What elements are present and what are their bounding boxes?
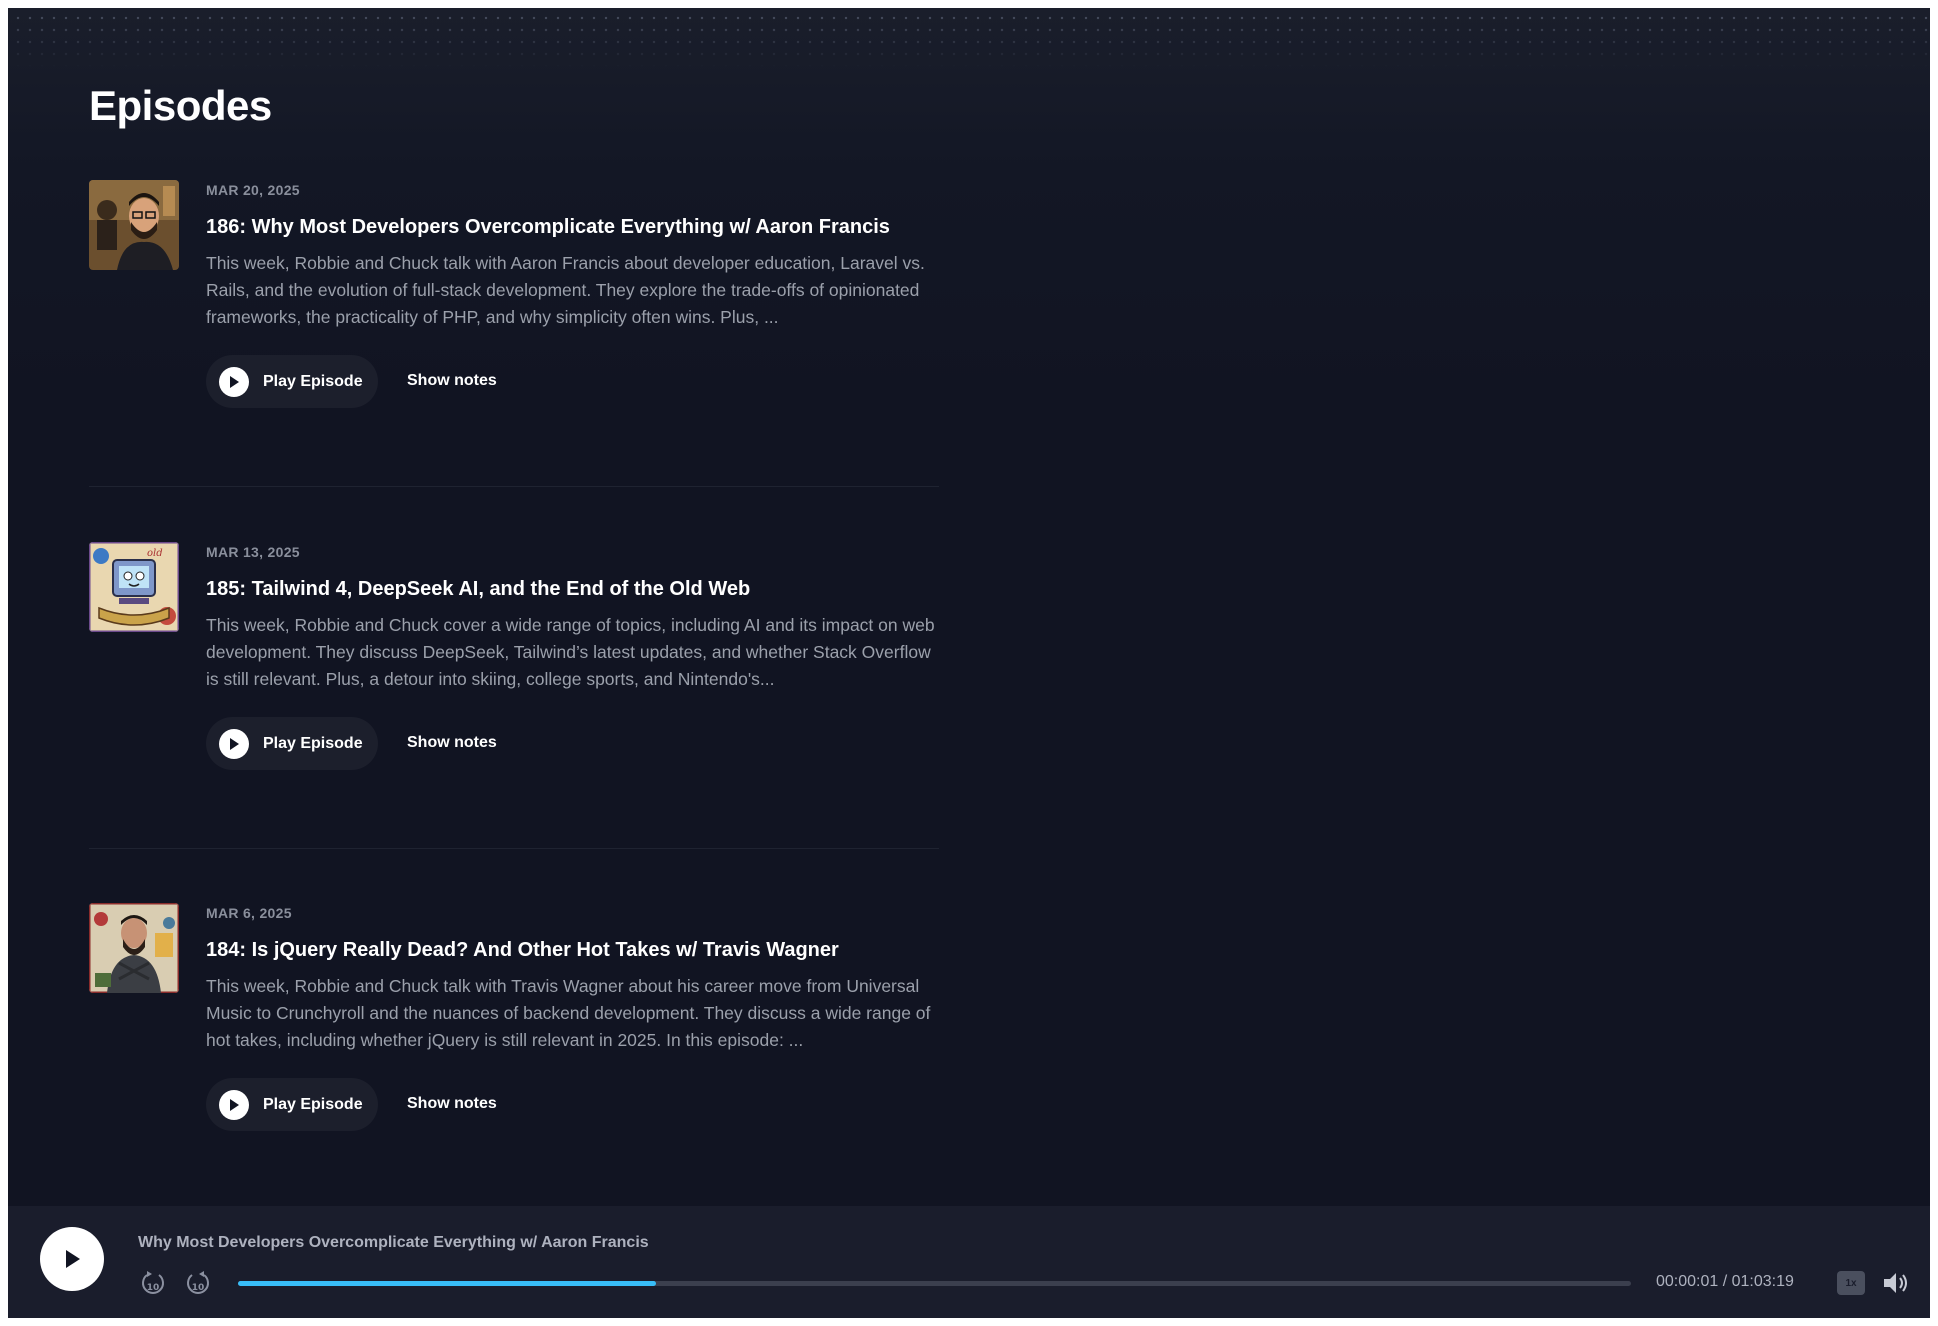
episode-title[interactable]: 186: Why Most Developers Overcomplicate … [206, 214, 939, 240]
forward-label: 10 [192, 1283, 205, 1293]
dot-pattern-decoration [8, 8, 1930, 68]
episode-description: This week, Robbie and Chuck talk with Tr… [206, 976, 931, 1050]
show-notes-link[interactable]: Show notes [407, 734, 497, 752]
play-icon [219, 366, 249, 397]
guest-portrait-icon[interactable] [89, 903, 179, 993]
episode-body: MAR 13, 2025 185: Tailwind 4, DeepSeek A… [206, 542, 939, 773]
player-play-button[interactable] [40, 1227, 104, 1291]
forward-icon: 10 [187, 1271, 209, 1294]
episode-title[interactable]: 185: Tailwind 4, DeepSeek AI, and the En… [206, 576, 939, 602]
play-episode-label: Play Episode [263, 372, 363, 390]
volume-icon [1884, 1273, 1907, 1293]
episode-title[interactable]: 184: Is jQuery Really Dead? And Other Ho… [206, 937, 939, 963]
playback-time: 00:00:01 / 01:03:19 [1656, 1273, 1794, 1290]
progress-slider[interactable] [238, 1281, 1631, 1286]
show-notes-link[interactable]: Show notes [407, 1095, 497, 1113]
play-icon [219, 728, 249, 759]
play-episode-button[interactable]: Play Episode [206, 1078, 378, 1131]
episode-description: This week, Robbie and Chuck talk with Aa… [206, 253, 925, 327]
podcast-page: Episodes MAR 20, 2025 186: Why Most Deve… [8, 8, 1930, 1318]
rewind-icon: 10 [142, 1271, 164, 1294]
episode-body: MAR 6, 2025 184: Is jQuery Really Dead? … [206, 903, 939, 1134]
episode-date: MAR 6, 2025 [206, 905, 292, 921]
play-icon [219, 1089, 249, 1120]
host-portrait-icon[interactable] [89, 180, 179, 270]
play-episode-label: Play Episode [263, 734, 363, 752]
svg-text:old: old [147, 548, 163, 559]
now-playing-title: Why Most Developers Overcomplicate Every… [138, 1234, 649, 1251]
episode-actions: Play Episode Show notes [206, 1078, 939, 1134]
episode-actions: Play Episode Show notes [206, 355, 939, 411]
forward-10-button[interactable]: 10 [183, 1268, 213, 1298]
play-episode-button[interactable]: Play Episode [206, 355, 378, 408]
episode-divider [89, 848, 939, 849]
rewind-10-button[interactable]: 10 [138, 1268, 168, 1298]
page-title: Episodes [89, 82, 272, 129]
episode-date: MAR 20, 2025 [206, 182, 300, 198]
episode-date: MAR 13, 2025 [206, 544, 300, 560]
audio-player-bar: Why Most Developers Overcomplicate Every… [8, 1206, 1930, 1318]
playback-speed-button[interactable]: 1x [1837, 1271, 1865, 1295]
play-episode-label: Play Episode [263, 1095, 363, 1113]
episode-actions: Play Episode Show notes [206, 717, 939, 773]
progress-fill [238, 1281, 656, 1286]
episode-divider [89, 486, 939, 487]
episode-body: MAR 20, 2025 186: Why Most Developers Ov… [206, 180, 939, 411]
play-episode-button[interactable]: Play Episode [206, 717, 378, 770]
episode-description: This week, Robbie and Chuck cover a wide… [206, 615, 935, 689]
volume-button[interactable] [1881, 1269, 1911, 1297]
old-web-computer-icon[interactable]: old [89, 542, 179, 632]
play-icon [66, 1250, 80, 1268]
show-notes-link[interactable]: Show notes [407, 372, 497, 390]
rewind-label: 10 [147, 1283, 160, 1293]
